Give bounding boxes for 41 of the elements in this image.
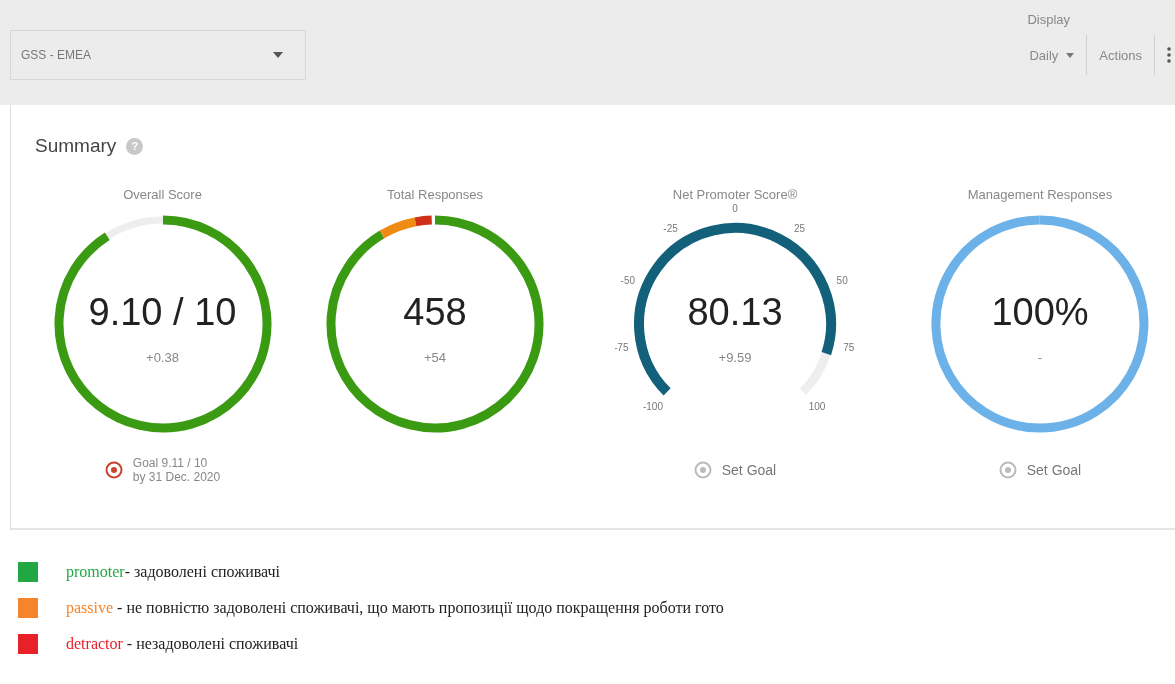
goal-text: Goal 9.11 / 10 xyxy=(132,456,209,470)
legend-text: - не повністю задоволені споживачі, що мають пропозиції щодо покращення роботи гото xyxy=(116,599,724,617)
tick-label: -25 xyxy=(663,222,678,234)
gauge-track xyxy=(799,352,831,395)
gauge-title: Management Responses xyxy=(967,187,1113,202)
change-value: +0.38 xyxy=(146,350,179,365)
legend-term: detractor xyxy=(66,635,123,653)
legend-text: - задоволені споживачі xyxy=(124,563,281,581)
tick-label: -50 xyxy=(620,274,636,286)
gauge-value: 100% xyxy=(991,291,1089,334)
change-value: +54 xyxy=(423,350,447,365)
region-dropdown[interactable]: GSS - EMEA xyxy=(10,30,306,80)
gauge-value: 80.13 xyxy=(687,291,783,334)
gauge-value: 9.10 / 10 xyxy=(88,291,237,334)
gauge-title: Net Promoter Score® xyxy=(672,187,798,202)
tick-label: 50 xyxy=(836,274,848,286)
set-goal-link[interactable]: Set Goal xyxy=(721,462,777,478)
section-title: Summary xyxy=(35,135,117,157)
gauge-title: Overall Score xyxy=(123,187,202,202)
tick-label: 25 xyxy=(793,222,805,234)
caret-icon xyxy=(1066,52,1075,58)
tick-label: -75 xyxy=(615,341,629,353)
actions-button[interactable]: Actions xyxy=(1087,35,1155,75)
legend-text: - незадоволені споживачі xyxy=(125,635,299,653)
gauge-track xyxy=(105,216,163,240)
change-value: - xyxy=(1037,350,1043,365)
tick-label: 75 xyxy=(843,341,855,353)
goal-date: by 31 Dec. 2020 xyxy=(132,470,221,484)
caret-icon xyxy=(273,52,283,58)
legend-term: promoter xyxy=(66,563,125,581)
set-goal-link[interactable]: Set Goal xyxy=(1026,462,1082,478)
tick-label: -100 xyxy=(642,401,663,412)
change-value: +9.59 xyxy=(718,350,752,365)
display-label: Display xyxy=(1027,12,1071,27)
gauge-title: Total Responses xyxy=(386,187,484,202)
tick-label: 100 xyxy=(808,401,826,412)
gauge-value: 458 xyxy=(403,291,467,334)
period-dropdown[interactable]: Daily xyxy=(1017,35,1088,75)
tick-label: 0 xyxy=(732,204,738,214)
target-icon[interactable] xyxy=(104,461,123,479)
legend-term: passive xyxy=(66,599,114,617)
